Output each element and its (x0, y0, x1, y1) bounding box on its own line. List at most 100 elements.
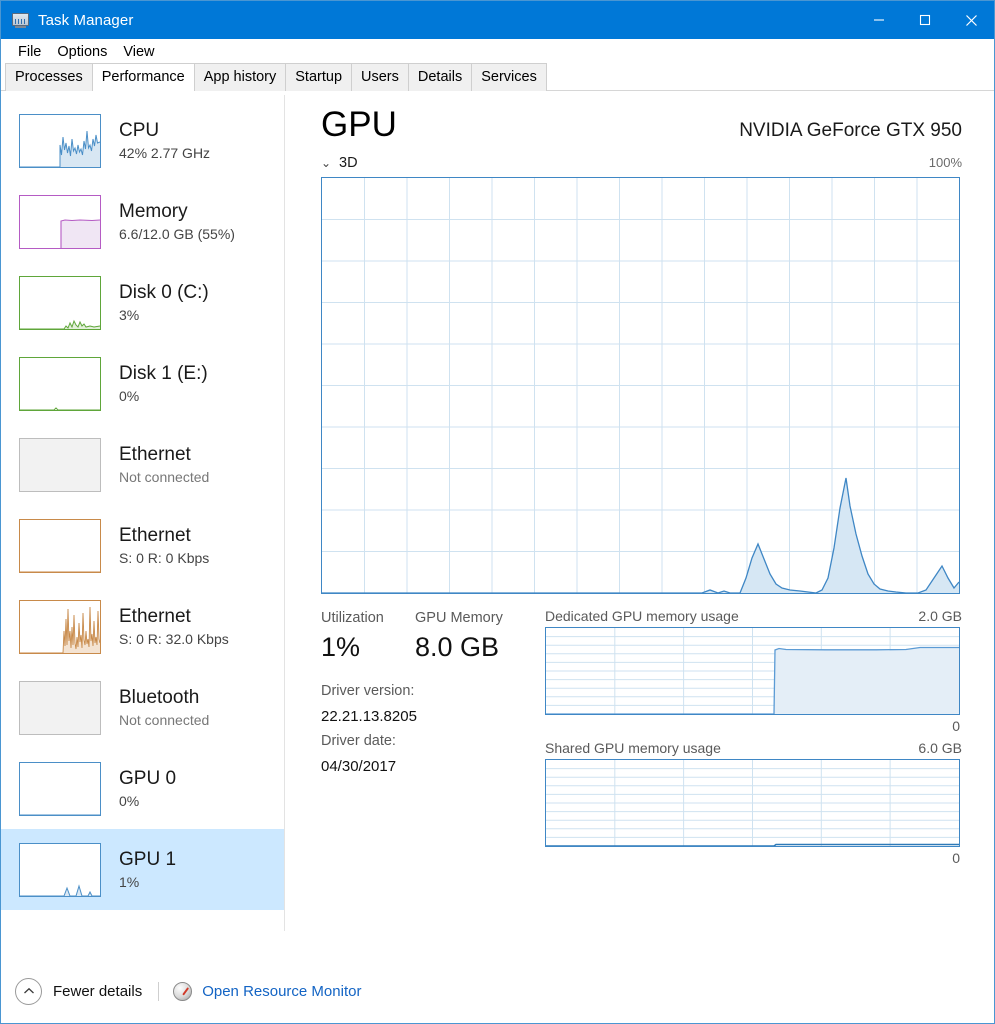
gpu-3d-graph (321, 177, 960, 594)
sidebar-item-ethernet-active[interactable]: Ethernet S: 0 R: 32.0 Kbps (1, 586, 285, 667)
sidebar-item-bluetooth[interactable]: Bluetooth Not connected (1, 667, 285, 748)
footer-bar: Fewer details Open Resource Monitor (1, 959, 994, 1023)
utilization-label: Utilization (321, 608, 415, 628)
sidebar-item-sub: 0% (119, 791, 176, 811)
menu-item-options[interactable]: Options (49, 42, 115, 63)
menu-item-view[interactable]: View (115, 42, 162, 63)
dedicated-gpu-memory-graph (545, 627, 960, 715)
gpu-memory-value: 8.0 GB (415, 629, 503, 665)
driver-version-value: 22.21.13.8205 (321, 704, 533, 729)
ethernet-thumbnail-graph-active (19, 600, 101, 654)
sidebar-label-ethernet-3: Ethernet S: 0 R: 32.0 Kbps (119, 605, 229, 649)
dedicated-memory-min: 0 (545, 715, 960, 737)
sidebar-item-disk-1[interactable]: Disk 1 (E:) 0% (1, 343, 285, 424)
tab-services[interactable]: Services (471, 63, 547, 91)
sidebar-item-memory[interactable]: Memory 6.6/12.0 GB (55%) (1, 181, 285, 262)
open-resource-monitor-link[interactable]: Open Resource Monitor (173, 982, 361, 1001)
sidebar-item-cpu[interactable]: CPU 42% 2.77 GHz (1, 100, 285, 181)
device-name: NVIDIA GeForce GTX 950 (739, 120, 962, 142)
dedicated-memory-header: Dedicated GPU memory usage 2.0 GB (545, 608, 962, 624)
panel-header: GPU NVIDIA GeForce GTX 950 (321, 105, 962, 145)
tab-performance[interactable]: Performance (92, 63, 195, 91)
tab-processes[interactable]: Processes (5, 63, 93, 91)
gpu-memory-graphs: Dedicated GPU memory usage 2.0 GB (533, 608, 962, 869)
gpu-stats-left: Utilization 1% GPU Memory 8.0 GB Driver … (321, 608, 533, 869)
engine-graph-header: ⌄ 3D 100% (321, 155, 962, 173)
gpu1-thumbnail-graph (19, 843, 101, 897)
content-area: CPU 42% 2.77 GHz Memory 6.6/12.0 GB (55%… (1, 91, 994, 959)
ethernet-thumbnail-graph-disabled (19, 438, 101, 492)
tab-startup[interactable]: Startup (285, 63, 352, 91)
disk0-thumbnail-graph (19, 276, 101, 330)
shared-memory-label: Shared GPU memory usage (545, 740, 721, 756)
memory-thumbnail-graph (19, 195, 101, 249)
tab-users[interactable]: Users (351, 63, 409, 91)
page-title: GPU (321, 105, 397, 145)
minimize-button[interactable] (856, 1, 902, 39)
tab-app-history[interactable]: App history (194, 63, 287, 91)
sidebar-item-name: GPU 0 (119, 767, 176, 790)
close-button[interactable] (948, 1, 994, 39)
resource-monitor-gauge-icon (173, 982, 192, 1001)
sidebar-item-name: Memory (119, 200, 235, 223)
sidebar-item-name: Disk 0 (C:) (119, 281, 209, 304)
performance-sidebar: CPU 42% 2.77 GHz Memory 6.6/12.0 GB (55%… (1, 91, 285, 959)
gpu-memory-stat: GPU Memory 8.0 GB (415, 608, 503, 665)
ethernet-thumbnail-graph-idle (19, 519, 101, 573)
window-controls (856, 1, 994, 39)
sidebar-item-sub: 0% (119, 386, 208, 406)
shared-memory-min: 0 (545, 847, 960, 869)
driver-date-value: 04/30/2017 (321, 754, 533, 779)
utilization-value: 1% (321, 629, 415, 665)
sidebar-item-sub: S: 0 R: 0 Kbps (119, 548, 209, 568)
sidebar-item-sub: 3% (119, 305, 209, 325)
driver-info: Driver version: 22.21.13.8205 Driver dat… (321, 679, 533, 779)
sidebar-item-name: CPU (119, 119, 210, 142)
cpu-thumbnail-graph (19, 114, 101, 168)
fewer-details-label: Fewer details (53, 983, 142, 1000)
engine-label: 3D (339, 155, 358, 171)
sidebar-item-name: GPU 1 (119, 848, 176, 871)
sidebar-label-gpu-0: GPU 0 0% (119, 767, 176, 811)
sidebar-label-ethernet-1: Ethernet Not connected (119, 443, 209, 487)
bluetooth-thumbnail-graph-disabled (19, 681, 101, 735)
shared-memory-header: Shared GPU memory usage 6.0 GB (545, 740, 962, 756)
sidebar-item-sub: 6.6/12.0 GB (55%) (119, 224, 235, 244)
fewer-details-button[interactable]: Fewer details (15, 978, 142, 1005)
sidebar-item-gpu-1[interactable]: GPU 1 1% (1, 829, 285, 910)
sidebar-item-name: Ethernet (119, 524, 209, 547)
sidebar-item-name: Bluetooth (119, 686, 209, 709)
sidebar-label-ethernet-2: Ethernet S: 0 R: 0 Kbps (119, 524, 209, 568)
title-bar[interactable]: Task Manager (1, 1, 994, 39)
chevron-down-icon: ⌄ (321, 157, 333, 169)
gpu-primary-stats: Utilization 1% GPU Memory 8.0 GB (321, 608, 533, 665)
sidebar-item-sub: S: 0 R: 32.0 Kbps (119, 629, 229, 649)
menu-item-file[interactable]: File (10, 42, 49, 63)
tab-details[interactable]: Details (408, 63, 472, 91)
open-resource-monitor-label: Open Resource Monitor (202, 983, 361, 1000)
menu-bar: File Options View (1, 39, 994, 65)
sidebar-item-name: Ethernet (119, 605, 229, 628)
engine-max-label: 100% (929, 155, 962, 170)
disk1-thumbnail-graph (19, 357, 101, 411)
sidebar-label-disk-0: Disk 0 (C:) 3% (119, 281, 209, 325)
driver-version-label: Driver version: (321, 679, 533, 704)
chevron-up-icon (15, 978, 42, 1005)
sidebar-item-disk-0[interactable]: Disk 0 (C:) 3% (1, 262, 285, 343)
gpu-detail-panel: GPU NVIDIA GeForce GTX 950 ⌄ 3D 100% (285, 91, 994, 959)
window-title: Task Manager (38, 12, 133, 29)
sidebar-label-bluetooth: Bluetooth Not connected (119, 686, 209, 730)
sidebar-label-cpu: CPU 42% 2.77 GHz (119, 119, 210, 163)
engine-selector[interactable]: ⌄ 3D (321, 155, 358, 171)
sidebar-item-ethernet-disconnected[interactable]: Ethernet Not connected (1, 424, 285, 505)
sidebar-item-sub: Not connected (119, 467, 209, 487)
maximize-button[interactable] (902, 1, 948, 39)
sidebar-item-sub: Not connected (119, 710, 209, 730)
tab-strip: Processes Performance App history Startu… (1, 65, 994, 91)
sidebar-item-ethernet-idle[interactable]: Ethernet S: 0 R: 0 Kbps (1, 505, 285, 586)
shared-memory-max: 6.0 GB (918, 740, 962, 756)
dedicated-memory-max: 2.0 GB (918, 608, 962, 624)
gpu-memory-label: GPU Memory (415, 608, 503, 628)
sidebar-item-gpu-0[interactable]: GPU 0 0% (1, 748, 285, 829)
task-manager-icon (12, 12, 29, 28)
